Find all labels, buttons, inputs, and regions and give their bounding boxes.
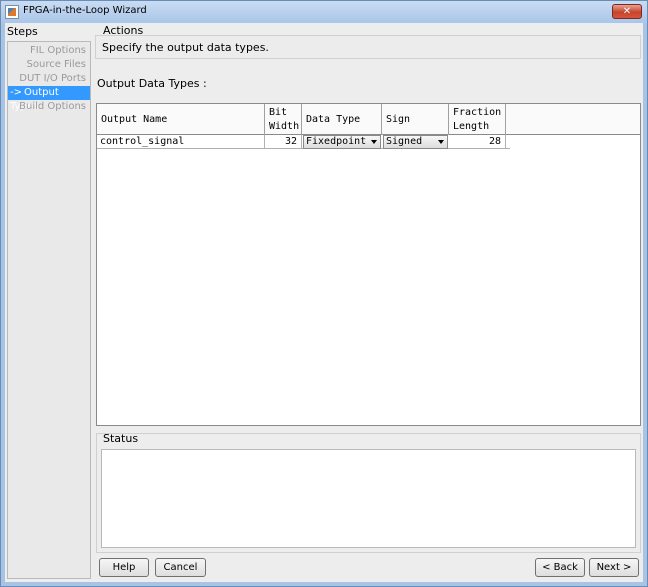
current-step-marker: -> <box>10 87 22 98</box>
status-text-area <box>101 449 636 548</box>
help-button[interactable]: Help <box>99 558 149 577</box>
cancel-button[interactable]: Cancel <box>155 558 206 577</box>
actions-box: Specify the output data types. <box>95 35 641 59</box>
actions-instruction: Specify the output data types. <box>102 41 269 54</box>
next-button[interactable]: Next > <box>589 558 639 577</box>
cell-fraction-length[interactable]: 28 <box>449 135 506 149</box>
cell-bit-width[interactable]: 32 <box>265 135 302 149</box>
column-header-fraction-length: Fraction Length <box>449 104 506 135</box>
output-data-types-label: Output Data Types : <box>97 77 207 90</box>
chevron-down-icon <box>438 140 444 144</box>
step-output-types: -> Output Types <box>8 86 90 112</box>
window-title: FPGA-in-the-Loop Wizard <box>23 5 147 16</box>
data-type-dropdown[interactable]: Fixedpoint <box>303 135 381 149</box>
wizard-body: Steps FIL Options Source Files DUT I/O P… <box>5 23 643 582</box>
column-header-data-type: Data Type <box>302 104 382 135</box>
steps-panel: FIL Options Source Files DUT I/O Ports -… <box>7 41 91 579</box>
step-build-options: Build Options <box>19 101 86 112</box>
sign-dropdown[interactable]: Signed <box>383 135 448 149</box>
title-bar[interactable]: FPGA-in-the-Loop Wizard ✕ <box>1 1 647 23</box>
cell-output-name: control_signal <box>97 135 265 149</box>
step-source-files: Source Files <box>26 59 86 70</box>
steps-header: Steps <box>7 25 38 38</box>
table-header: Output Name Bit Width Data Type Sign Frac… <box>97 104 640 135</box>
column-header-bit-width: Bit Width <box>265 104 302 135</box>
output-types-table: Output Name Bit Width Data Type Sign Frac… <box>96 103 641 426</box>
status-header: Status <box>103 432 139 445</box>
chevron-down-icon <box>371 140 377 144</box>
column-header-output-name: Output Name <box>97 104 265 135</box>
close-button[interactable]: ✕ <box>612 4 642 19</box>
step-dut-io-ports: DUT I/O Ports <box>19 73 86 84</box>
back-button[interactable]: < Back <box>535 558 585 577</box>
step-fil-options: FIL Options <box>29 45 86 56</box>
column-header-sign: Sign <box>382 104 449 135</box>
matlab-app-icon <box>5 5 19 19</box>
table-row: control_signal 32 Fixedpoint Signed 28 <box>97 135 510 149</box>
wizard-window: FPGA-in-the-Loop Wizard ✕ Steps FIL Opti… <box>0 0 648 587</box>
close-icon: ✕ <box>622 6 632 17</box>
